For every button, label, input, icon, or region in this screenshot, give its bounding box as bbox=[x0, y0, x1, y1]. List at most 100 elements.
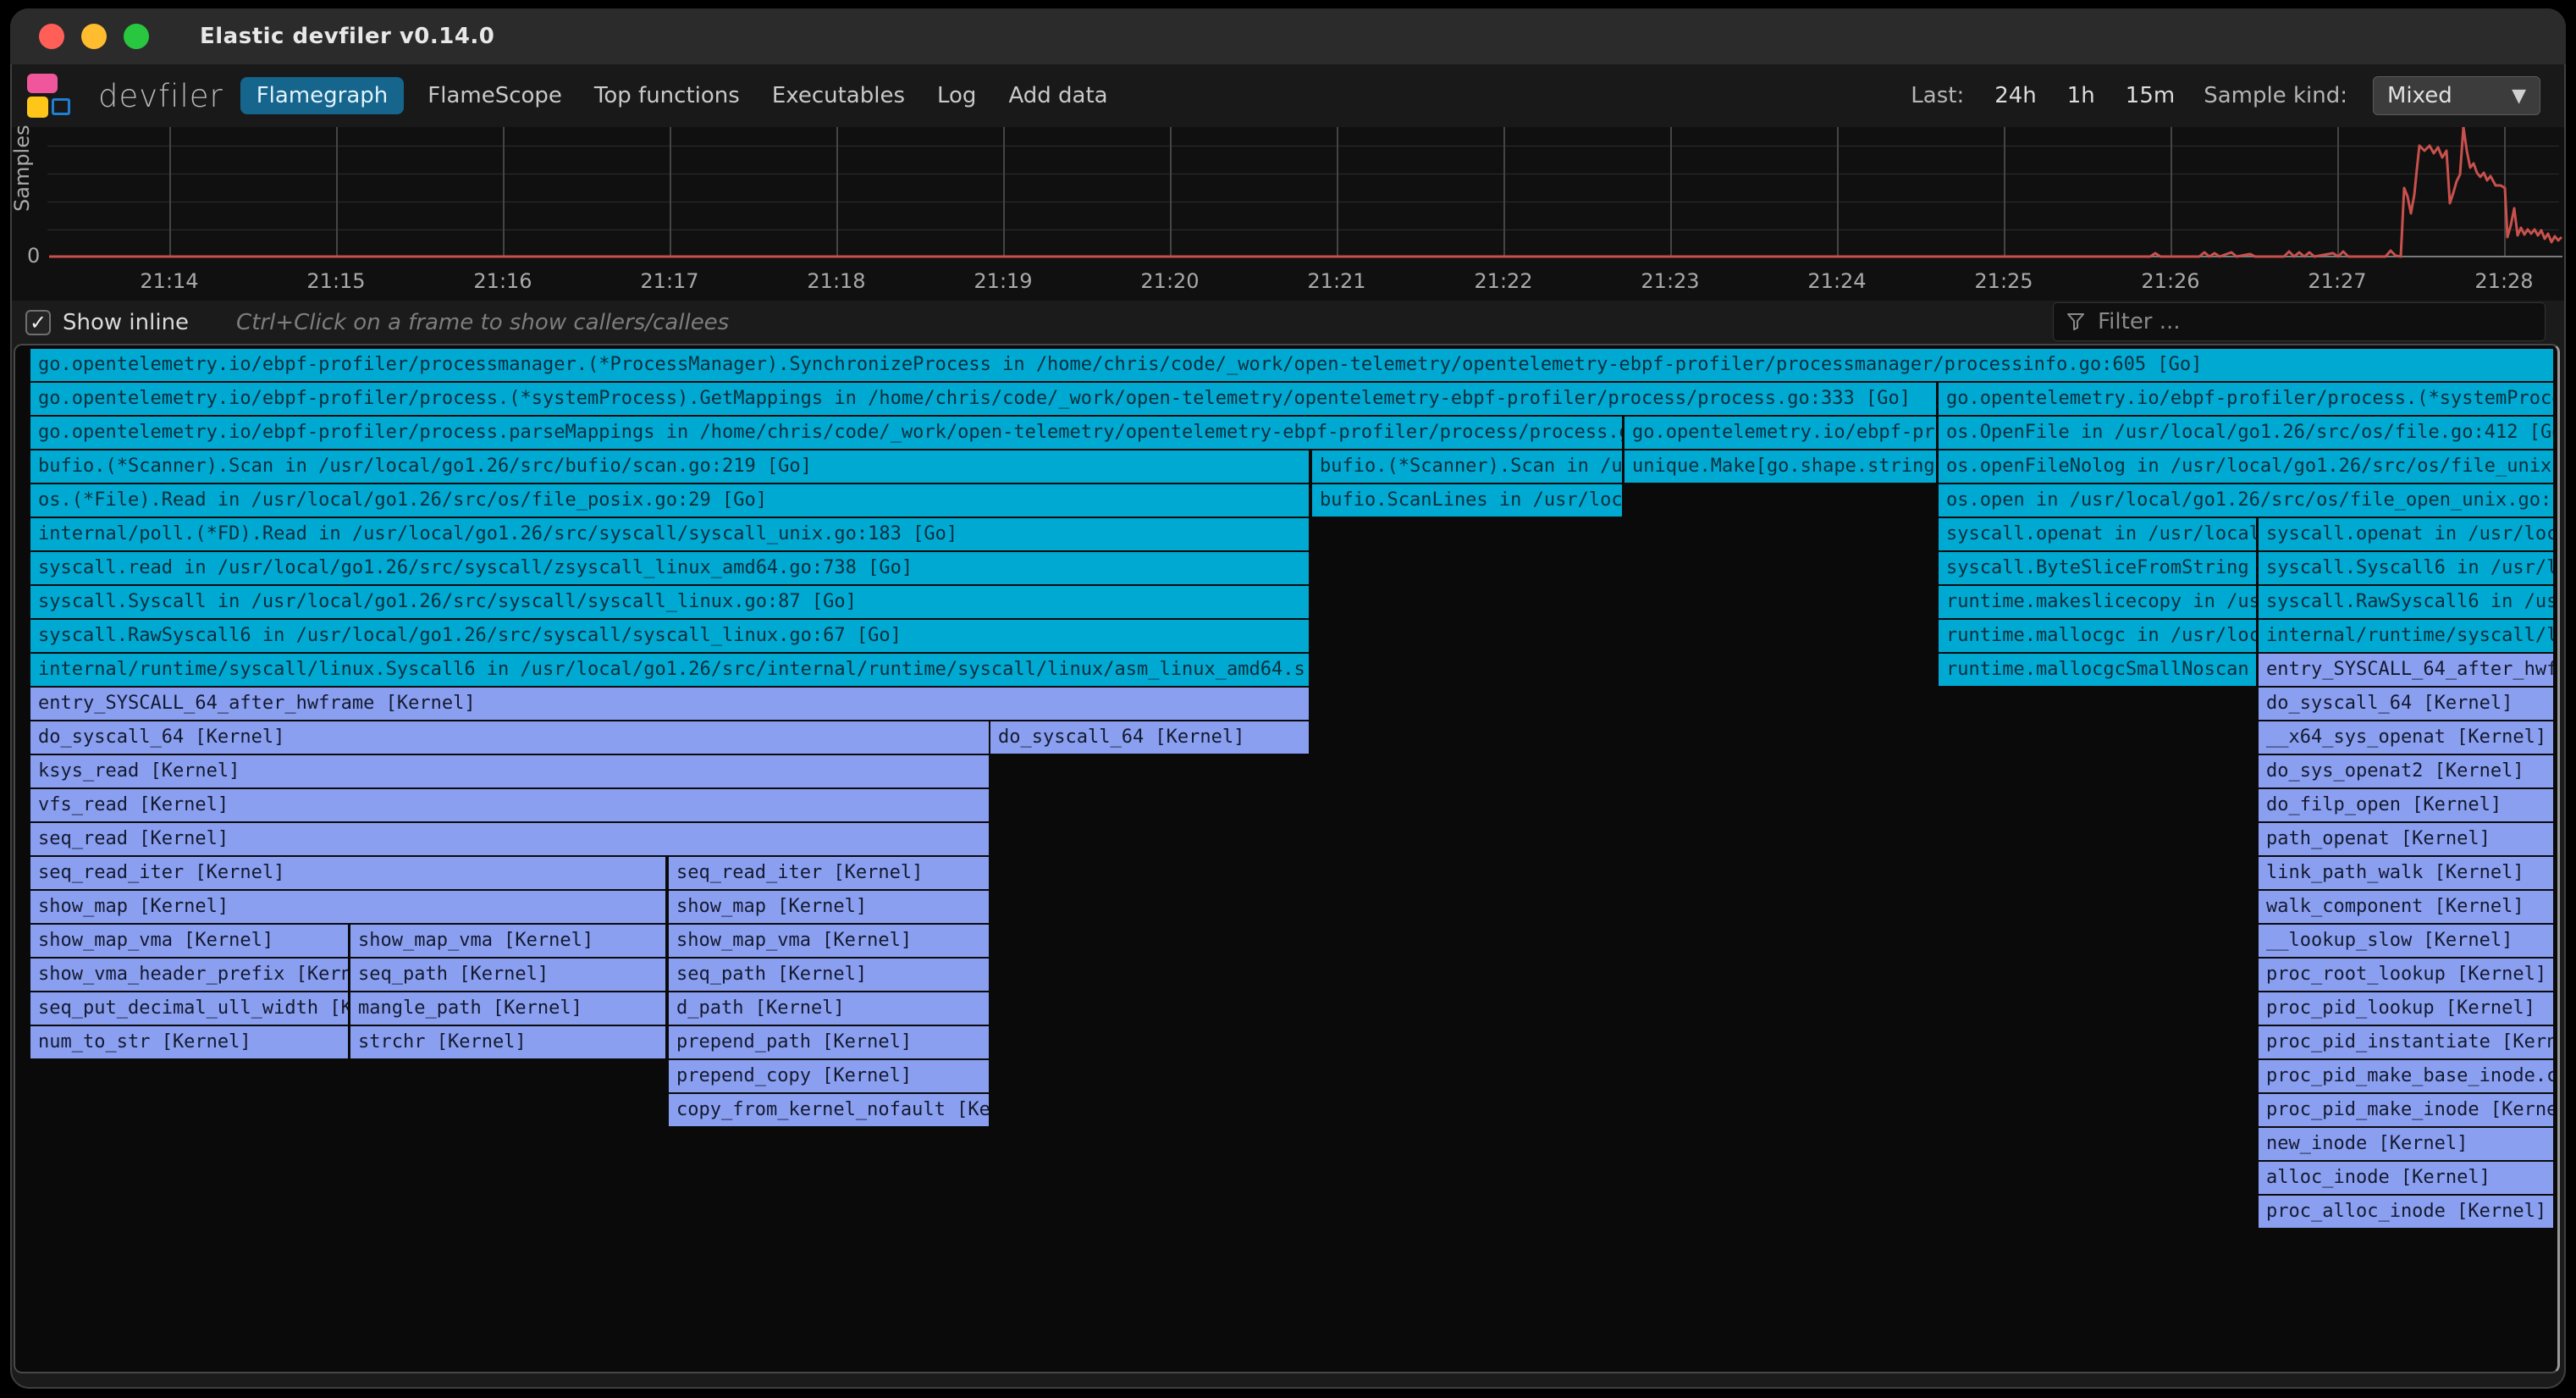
logo-blue-outline-block bbox=[52, 98, 70, 115]
flame-frame[interactable]: syscall.openat in /usr/local bbox=[1939, 518, 2256, 550]
flame-frame[interactable]: alloc_inode [Kernel] bbox=[2259, 1162, 2553, 1194]
minimize-window-button[interactable] bbox=[81, 24, 107, 49]
flame-frame[interactable]: proc_pid_make_inode [Kerne bbox=[2259, 1094, 2553, 1126]
range-option-1h[interactable]: 1h bbox=[2067, 83, 2095, 108]
range-option-24h[interactable]: 24h bbox=[1994, 83, 2037, 108]
flame-frame[interactable]: seq_read [Kernel] bbox=[30, 823, 989, 855]
flame-frame[interactable]: syscall.RawSyscall6 in /usr/local/go1.26… bbox=[30, 620, 1309, 652]
flame-frame[interactable]: syscall.RawSyscall6 in /us bbox=[2259, 586, 2553, 618]
flame-frame[interactable]: show_map [Kernel] bbox=[30, 891, 665, 923]
tab-log[interactable]: Log bbox=[937, 83, 976, 108]
traffic-lights bbox=[10, 24, 166, 49]
flame-frame[interactable]: go.opentelemetry.io/ebpf-profiler/proces… bbox=[1939, 383, 2553, 415]
flame-frame[interactable]: proc_pid_instantiate [Kern bbox=[2259, 1026, 2553, 1058]
flame-frame[interactable]: num_to_str [Kernel] bbox=[30, 1026, 348, 1058]
flame-frame[interactable]: seq_path [Kernel] bbox=[669, 959, 989, 991]
flame-frame[interactable]: show_map [Kernel] bbox=[669, 891, 989, 923]
filter-funnel-icon bbox=[2066, 311, 2086, 333]
show-inline-label[interactable]: Show inline bbox=[63, 310, 189, 335]
tab-executables[interactable]: Executables bbox=[772, 83, 905, 108]
flame-frame[interactable]: walk_component [Kernel] bbox=[2259, 891, 2553, 923]
flame-frame[interactable]: proc_alloc_inode [Kernel] bbox=[2259, 1196, 2553, 1228]
flame-frame[interactable]: syscall.Syscall6 in /usr/l bbox=[2259, 552, 2553, 584]
flame-frame[interactable]: os.(*File).Read in /usr/local/go1.26/src… bbox=[30, 484, 1309, 517]
flame-frame[interactable]: entry_SYSCALL_64_after_hwframe [Kernel] bbox=[30, 688, 1309, 720]
flame-frame[interactable]: os.openFileNolog in /usr/local/go1.26/sr… bbox=[1939, 450, 2553, 483]
flame-frame[interactable]: os.open in /usr/local/go1.26/src/os/file… bbox=[1939, 484, 2553, 517]
logo-pink-block bbox=[27, 74, 58, 93]
flame-frame[interactable]: strchr [Kernel] bbox=[350, 1026, 665, 1058]
flame-frame[interactable]: __lookup_slow [Kernel] bbox=[2259, 925, 2553, 957]
flame-frame[interactable]: seq_path [Kernel] bbox=[350, 959, 665, 991]
flame-frame[interactable]: go.opentelemetry.io/ebpf-pro bbox=[1624, 417, 1936, 449]
flame-frame[interactable]: go.opentelemetry.io/ebpf-profiler/proces… bbox=[30, 349, 2553, 381]
flame-frame[interactable]: d_path [Kernel] bbox=[669, 992, 989, 1025]
checkmark-icon: ✓ bbox=[30, 311, 47, 334]
flame-frame[interactable]: seq_read_iter [Kernel] bbox=[669, 857, 989, 889]
nav-right: Last: 24h 1h 15m Sample kind: Mixed ▼ bbox=[1911, 76, 2564, 115]
zoom-window-button[interactable] bbox=[124, 24, 149, 49]
flame-frame[interactable]: do_syscall_64 [Kernel] bbox=[30, 721, 989, 754]
flame-frame[interactable]: proc_pid_lookup [Kernel] bbox=[2259, 992, 2553, 1025]
frame-hint-text: Ctrl+Click on a frame to show callers/ca… bbox=[236, 310, 729, 335]
tab-flamegraph[interactable]: Flamegraph bbox=[240, 77, 405, 114]
flame-frame[interactable]: ksys_read [Kernel] bbox=[30, 755, 989, 787]
flame-frame[interactable]: copy_from_kernel_nofault [Ke bbox=[669, 1094, 989, 1126]
flame-frame[interactable]: prepend_path [Kernel] bbox=[669, 1026, 989, 1058]
flame-frame[interactable]: bufio.(*Scanner).Scan in /us bbox=[1312, 450, 1622, 483]
flame-frame[interactable]: internal/runtime/syscall/l bbox=[2259, 620, 2553, 652]
flame-frame[interactable]: seq_read_iter [Kernel] bbox=[30, 857, 665, 889]
range-option-15m[interactable]: 15m bbox=[2126, 83, 2175, 108]
filter-input[interactable] bbox=[2096, 308, 2533, 335]
show-inline-checkbox[interactable]: ✓ bbox=[25, 310, 51, 335]
flame-frame[interactable]: path_openat [Kernel] bbox=[2259, 823, 2553, 855]
sample-kind-value: Mixed bbox=[2387, 83, 2452, 108]
flame-frame[interactable]: show_map_vma [Kernel] bbox=[350, 925, 665, 957]
filter-field[interactable] bbox=[2053, 302, 2546, 341]
app-brand: devfiler bbox=[98, 78, 223, 114]
flame-frame[interactable]: go.opentelemetry.io/ebpf-profiler/proces… bbox=[30, 383, 1936, 415]
sample-kind-dropdown[interactable]: Mixed ▼ bbox=[2373, 76, 2540, 115]
flame-frame[interactable]: __x64_sys_openat [Kernel] bbox=[2259, 721, 2553, 754]
tab-top-functions[interactable]: Top functions bbox=[594, 83, 740, 108]
flame-frame[interactable]: do_syscall_64 [Kernel] bbox=[2259, 688, 2553, 720]
flame-frame[interactable]: do_sys_openat2 [Kernel] bbox=[2259, 755, 2553, 787]
nav-left: devfiler Flamegraph FlameScope Top funct… bbox=[12, 72, 1140, 119]
samples-chart[interactable]: 21:1421:1521:1621:1721:1821:1921:2021:21… bbox=[12, 127, 2564, 301]
nav-bar: devfiler Flamegraph FlameScope Top funct… bbox=[12, 64, 2564, 127]
flame-frame[interactable]: do_filp_open [Kernel] bbox=[2259, 789, 2553, 821]
close-window-button[interactable] bbox=[39, 24, 64, 49]
flame-frame[interactable]: runtime.makeslicecopy in /us bbox=[1939, 586, 2256, 618]
flame-frame[interactable]: syscall.ByteSliceFromString bbox=[1939, 552, 2256, 584]
flame-frame[interactable]: os.OpenFile in /usr/local/go1.26/src/os/… bbox=[1939, 417, 2553, 449]
flame-frame[interactable]: syscall.read in /usr/local/go1.26/src/sy… bbox=[30, 552, 1309, 584]
flame-frame[interactable]: new_inode [Kernel] bbox=[2259, 1128, 2553, 1160]
flame-frame[interactable]: vfs_read [Kernel] bbox=[30, 789, 989, 821]
flame-frame[interactable]: seq_put_decimal_ull_width [K bbox=[30, 992, 348, 1025]
flame-frame[interactable]: prepend_copy [Kernel] bbox=[669, 1060, 989, 1092]
last-label: Last: bbox=[1911, 83, 1964, 108]
flame-frame[interactable]: entry_SYSCALL_64_after_hwf bbox=[2259, 654, 2553, 686]
flame-frame[interactable]: unique.Make[go.shape.string] bbox=[1624, 450, 1936, 483]
flame-frame[interactable]: proc_root_lookup [Kernel] bbox=[2259, 959, 2553, 991]
flame-frame[interactable]: show_vma_header_prefix [Kern bbox=[30, 959, 348, 991]
tab-flamescope[interactable]: FlameScope bbox=[427, 83, 562, 108]
flame-frame[interactable]: internal/poll.(*FD).Read in /usr/local/g… bbox=[30, 518, 1309, 550]
flame-frame[interactable]: runtime.mallocgcSmallNoscan bbox=[1939, 654, 2256, 686]
tab-add-data[interactable]: Add data bbox=[1008, 83, 1107, 108]
y-axis-zero-tick: 0 bbox=[27, 244, 40, 268]
flame-frame[interactable]: show_map_vma [Kernel] bbox=[669, 925, 989, 957]
flame-frame[interactable]: mangle_path [Kernel] bbox=[350, 992, 665, 1025]
flame-frame[interactable]: go.opentelemetry.io/ebpf-profiler/proces… bbox=[30, 417, 1622, 449]
flame-frame[interactable]: do_syscall_64 [Kernel] bbox=[990, 721, 1309, 754]
flame-frame[interactable]: syscall.Syscall in /usr/local/go1.26/src… bbox=[30, 586, 1309, 618]
flame-frame[interactable]: runtime.mallocgc in /usr/loc bbox=[1939, 620, 2256, 652]
flame-frame[interactable]: internal/runtime/syscall/linux.Syscall6 … bbox=[30, 654, 1309, 686]
flame-frame[interactable]: bufio.(*Scanner).Scan in /usr/local/go1.… bbox=[30, 450, 1309, 483]
flame-frame[interactable]: syscall.openat in /usr/loc bbox=[2259, 518, 2553, 550]
devfiler-logo-icon bbox=[27, 72, 76, 119]
flame-frame[interactable]: link_path_walk [Kernel] bbox=[2259, 857, 2553, 889]
flame-frame[interactable]: bufio.ScanLines in /usr/loca bbox=[1312, 484, 1622, 517]
flame-frame[interactable]: proc_pid_make_base_inode.c bbox=[2259, 1060, 2553, 1092]
flame-frame[interactable]: show_map_vma [Kernel] bbox=[30, 925, 348, 957]
